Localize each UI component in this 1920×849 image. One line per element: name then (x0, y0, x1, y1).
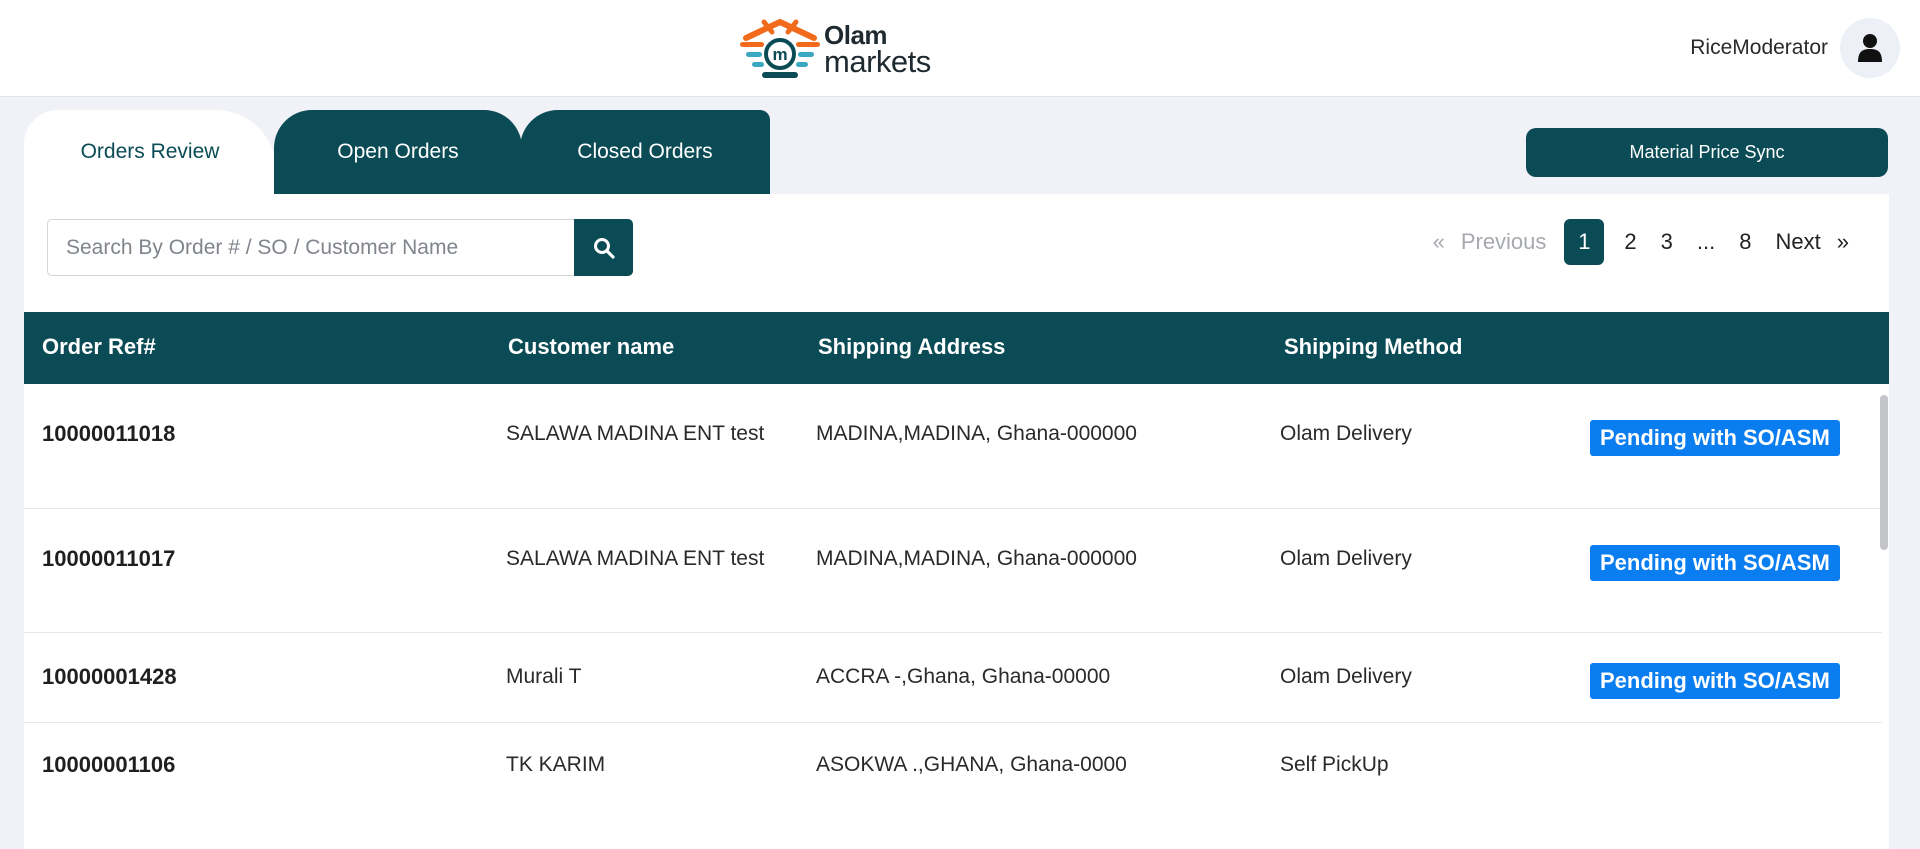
shipping-method: Self PickUp (1280, 753, 1389, 776)
order-ref[interactable]: 10000011018 (42, 416, 175, 452)
customer-name: SALAWA MADINA ENT test (506, 547, 765, 570)
search-input[interactable] (47, 219, 574, 276)
shipping-method: Olam Delivery (1280, 547, 1412, 570)
tab-open-orders[interactable]: Open Orders (274, 110, 522, 194)
vertical-scrollbar[interactable] (1880, 395, 1888, 550)
shipping-address: MADINA,MADINA, Ghana-000000 (816, 422, 1137, 445)
column-shipping-method: Shipping Method (1284, 334, 1463, 359)
table-row[interactable]: 10000011018 SALAWA MADINA ENT test MADIN… (24, 384, 1882, 509)
table-row[interactable]: 10000001106 TK KARIM ASOKWA .,GHANA, Gha… (24, 723, 1882, 813)
customer-name: Murali T (506, 665, 582, 688)
pagination-first[interactable]: « (1429, 219, 1449, 265)
search-bar (47, 219, 633, 276)
brand-line-2: markets (824, 43, 931, 79)
column-order-ref: Order Ref# (42, 334, 156, 359)
pagination-page-1[interactable]: 1 (1564, 219, 1605, 265)
olam-markets-logo[interactable]: m Olam markets (738, 16, 938, 82)
shipping-method: Olam Delivery (1280, 665, 1412, 688)
search-button[interactable] (574, 219, 633, 276)
tab-label: Orders Review (80, 140, 220, 163)
pagination-page-8[interactable]: 8 (1727, 219, 1763, 265)
table-header: Order Ref# Customer name Shipping Addres… (24, 312, 1889, 384)
user-icon (1858, 34, 1882, 62)
pagination: « Previous 1 2 3 ... 8 Next » (1429, 219, 1853, 265)
status-badge: Pending with SO/ASM (1590, 545, 1840, 581)
pagination-last[interactable]: » (1833, 219, 1853, 265)
tab-label: Closed Orders (577, 140, 713, 163)
customer-name: TK KARIM (506, 753, 606, 776)
user-avatar[interactable] (1840, 18, 1900, 78)
shipping-address: ACCRA -,Ghana, Ghana-00000 (816, 665, 1111, 688)
pagination-page-3[interactable]: 3 (1649, 219, 1685, 265)
orders-panel: « Previous 1 2 3 ... 8 Next » Order Ref#… (24, 194, 1889, 849)
table-row[interactable]: 10000001428 Murali T ACCRA -,Ghana, Ghan… (24, 633, 1882, 723)
order-ref[interactable]: 10000001106 (42, 747, 175, 783)
column-shipping-address: Shipping Address (818, 334, 1006, 359)
status-badge: Pending with SO/ASM (1590, 663, 1840, 699)
shipping-address: ASOKWA .,GHANA, Ghana-0000 (816, 753, 1127, 776)
pagination-previous[interactable]: Previous (1449, 219, 1559, 265)
pagination-ellipsis: ... (1696, 229, 1716, 254)
svg-text:m: m (772, 45, 787, 64)
tab-label: Open Orders (337, 140, 459, 163)
search-icon (593, 237, 615, 259)
pagination-next[interactable]: Next (1764, 219, 1833, 265)
customer-name: SALAWA MADINA ENT test (506, 422, 765, 445)
user-name[interactable]: RiceModerator (1690, 36, 1828, 60)
pagination-page-2[interactable]: 2 (1612, 219, 1648, 265)
shipping-address: MADINA,MADINA, Ghana-000000 (816, 547, 1137, 570)
order-ref[interactable]: 10000001428 (42, 659, 177, 695)
status-badge: Pending with SO/ASM (1590, 420, 1840, 456)
top-header: m Olam markets RiceModerator (0, 0, 1920, 97)
column-customer-name: Customer name (508, 334, 675, 359)
tab-closed-orders[interactable]: Closed Orders (520, 110, 770, 194)
tab-orders-review[interactable]: Orders Review (24, 110, 276, 194)
table-row[interactable]: 10000011017 SALAWA MADINA ENT test MADIN… (24, 509, 1882, 633)
material-price-sync-button[interactable]: Material Price Sync (1526, 128, 1888, 177)
basket-logo-icon: m (740, 19, 820, 78)
order-ref[interactable]: 10000011017 (42, 541, 175, 577)
shipping-method: Olam Delivery (1280, 422, 1412, 445)
